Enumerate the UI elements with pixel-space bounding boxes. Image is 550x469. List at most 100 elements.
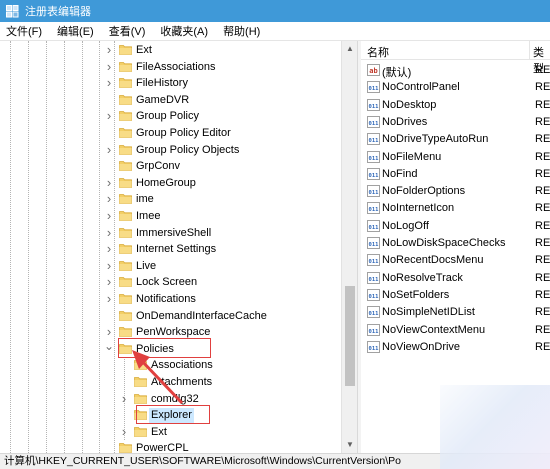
tree-item-ondemandinterfacecache[interactable]: OnDemandInterfaceCache [0, 308, 340, 325]
menu-file[interactable]: 文件(F) [6, 23, 42, 39]
list-item[interactable]: 011 NoViewOnDrive RE [361, 339, 550, 356]
tree-item-ime[interactable]: › ime [0, 191, 340, 208]
svg-text:011: 011 [369, 277, 380, 283]
binary-value-icon: 011 [367, 133, 380, 146]
list-item[interactable]: ab (默认) RE [361, 62, 550, 79]
tree-item-label: Ext [136, 44, 152, 56]
chevron-right-icon[interactable]: › [104, 325, 114, 338]
value-type: RE [535, 219, 550, 232]
tree-item-label: Lock Screen [136, 276, 198, 289]
chevron-right-icon[interactable]: › [104, 209, 114, 222]
tree-item-label: FileAssociations [136, 60, 216, 73]
screen-glare [440, 385, 550, 469]
value-name: NoFolderOptions [382, 185, 466, 198]
tree-item-group-policy[interactable]: › Group Policy [0, 108, 340, 125]
value-type: RE [535, 306, 550, 319]
tree-item-homegroup[interactable]: › HomeGroup [0, 175, 340, 192]
list-item[interactable]: 011 NoViewContextMenu RE [361, 322, 550, 339]
list-item[interactable]: 011 NoSimpleNetIDList RE [361, 304, 550, 321]
value-name: NoFileMenu [382, 150, 442, 163]
tree-item-ext[interactable]: › Ext [0, 42, 340, 59]
list-item[interactable]: 011 NoRecentDocsMenu RE [361, 252, 550, 269]
list-item[interactable]: 011 NoResolveTrack RE [361, 270, 550, 287]
menu-favorites[interactable]: 收藏夹(A) [160, 23, 208, 39]
tree-item-gamedvr[interactable]: GameDVR [0, 92, 340, 109]
tree-item-filehistory[interactable]: › FileHistory [0, 75, 340, 92]
binary-value-icon: 011 [367, 81, 380, 94]
list-item[interactable]: 011 NoControlPanel RE [361, 79, 550, 96]
tree-item-immersiveshell[interactable]: › ImmersiveShell [0, 225, 340, 242]
tree-item-ext[interactable]: › Ext [0, 424, 340, 441]
list-item[interactable]: 011 NoFolderOptions RE [361, 183, 550, 200]
value-name: NoResolveTrack [382, 271, 463, 284]
tree-item-grpconv[interactable]: GrpConv [0, 158, 340, 175]
tree-scrollbar[interactable]: ▲ ▼ [341, 41, 357, 453]
tree-item-imee[interactable]: › Imee [0, 208, 340, 225]
chevron-right-icon[interactable]: › [104, 226, 114, 239]
folder-icon [119, 310, 132, 321]
menu-view[interactable]: 查看(V) [109, 23, 146, 39]
tree-item-fileassociations[interactable]: › FileAssociations [0, 59, 340, 76]
list-item[interactable]: 011 NoInternetIcon RE [361, 200, 550, 217]
tree-item-label: Group Policy Editor [136, 127, 231, 139]
tree-item-group-policy-editor[interactable]: Group Policy Editor [0, 125, 340, 142]
tree-item-label: HomeGroup [136, 176, 196, 189]
value-name: NoDesktop [382, 98, 437, 111]
scroll-thumb[interactable] [345, 286, 355, 386]
chevron-right-icon[interactable]: › [104, 259, 114, 272]
value-name: NoInternetIcon [382, 202, 455, 215]
svg-text:011: 011 [369, 329, 380, 335]
folder-icon [119, 277, 132, 288]
chevron-right-icon[interactable]: › [104, 143, 114, 156]
tree-item-notifications[interactable]: › Notifications [0, 291, 340, 308]
tree-item-lock-screen[interactable]: › Lock Screen [0, 274, 340, 291]
svg-text:011: 011 [369, 259, 380, 265]
chevron-right-icon[interactable]: › [119, 425, 129, 438]
scroll-up-icon[interactable]: ▲ [342, 41, 358, 57]
tree-item-live[interactable]: › Live [0, 258, 340, 275]
list-item[interactable]: 011 NoFileMenu RE [361, 149, 550, 166]
list-item[interactable]: 011 NoLowDiskSpaceChecks RE [361, 235, 550, 252]
binary-value-icon: 011 [367, 271, 380, 284]
value-name: NoLowDiskSpaceChecks [382, 237, 506, 249]
binary-value-icon: 011 [367, 115, 380, 128]
folder-icon [119, 128, 132, 138]
list-item[interactable]: 011 NoFind RE [361, 166, 550, 183]
value-type: RE [535, 340, 550, 353]
folder-icon [119, 111, 132, 122]
list-item[interactable]: 011 NoDesktop RE [361, 97, 550, 114]
list-item[interactable]: 011 NoDrives RE [361, 114, 550, 131]
tree-item-internet-settings[interactable]: › Internet Settings [0, 241, 340, 258]
chevron-down-icon[interactable]: ⌄ [104, 340, 114, 352]
svg-text:011: 011 [369, 173, 380, 179]
column-divider[interactable] [529, 41, 530, 60]
chevron-right-icon[interactable]: › [104, 192, 114, 205]
scroll-down-icon[interactable]: ▼ [342, 437, 358, 453]
folder-icon [134, 426, 147, 437]
chevron-right-icon[interactable]: › [104, 60, 114, 73]
list-item[interactable]: 011 NoSetFolders RE [361, 287, 550, 304]
chevron-right-icon[interactable]: › [104, 292, 114, 305]
column-header-name[interactable]: 名称 [367, 44, 389, 60]
chevron-right-icon[interactable]: › [104, 275, 114, 288]
tree-item-label: PowerCPL [136, 442, 189, 453]
tree-item-label: Ext [151, 425, 167, 438]
chevron-right-icon[interactable]: › [104, 176, 114, 189]
tree-item-label: Imee [136, 210, 161, 222]
value-type: RE [535, 81, 550, 94]
list-item[interactable]: 011 NoDriveTypeAutoRun RE [361, 131, 550, 148]
tree-item-group-policy-objects[interactable]: › Group Policy Objects [0, 142, 340, 159]
svg-text:011: 011 [369, 294, 380, 300]
list-item[interactable]: 011 NoLogOff RE [361, 218, 550, 235]
svg-text:011: 011 [369, 104, 380, 110]
chevron-right-icon[interactable]: › [104, 109, 114, 122]
menu-edit[interactable]: 编辑(E) [57, 23, 94, 39]
registry-tree[interactable]: › Ext › FileAssociations › FileHistory GameDVR… [0, 41, 357, 453]
tree-item-powercpl[interactable]: PowerCPL [0, 440, 340, 453]
value-type: RE [535, 150, 550, 163]
chevron-right-icon[interactable]: › [104, 43, 114, 56]
chevron-right-icon[interactable]: › [104, 76, 114, 89]
menu-help[interactable]: 帮助(H) [223, 23, 260, 39]
svg-text:ab: ab [369, 67, 377, 75]
chevron-right-icon[interactable]: › [104, 242, 114, 255]
